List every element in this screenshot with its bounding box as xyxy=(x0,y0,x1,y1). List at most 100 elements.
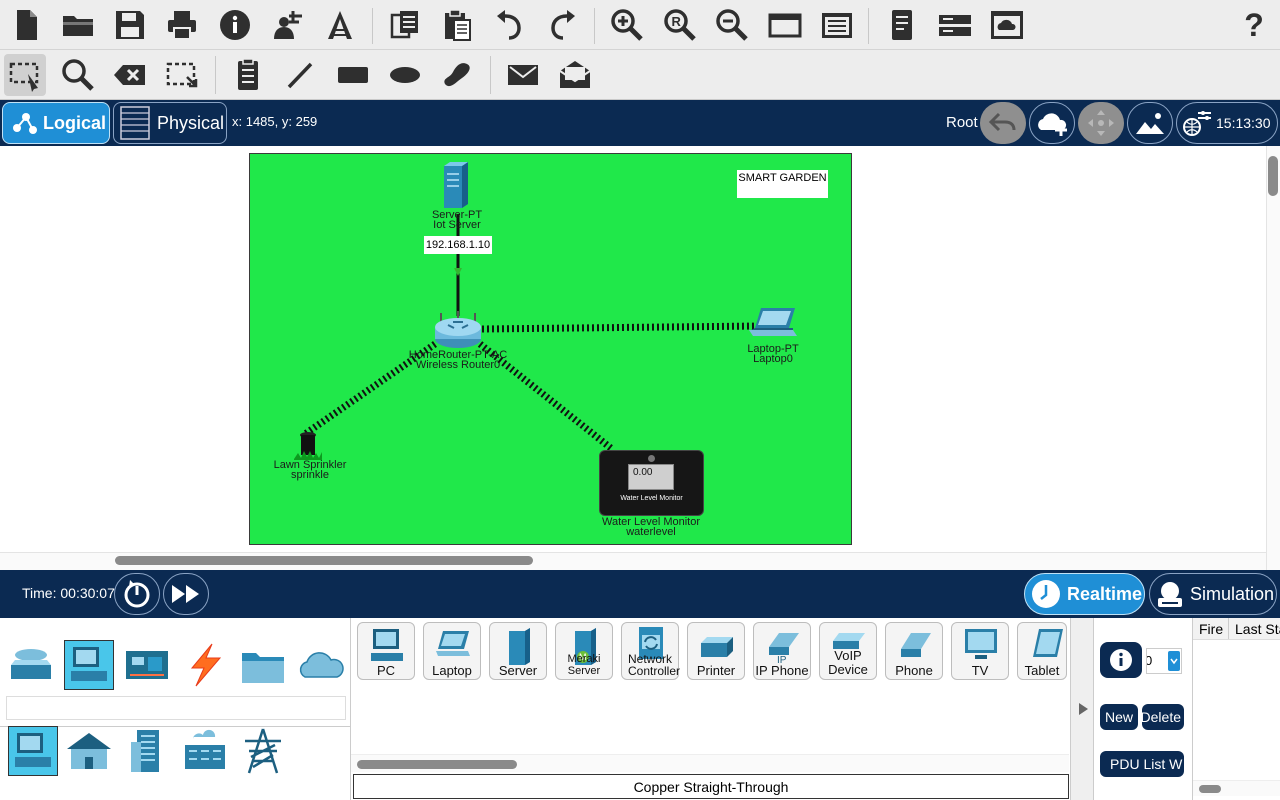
miscellaneous-category[interactable] xyxy=(238,640,288,690)
info-icon[interactable] xyxy=(215,5,255,45)
zoom-out-icon[interactable] xyxy=(712,5,752,45)
multiuser-category[interactable] xyxy=(296,640,346,690)
window-icon[interactable] xyxy=(765,5,805,45)
new-scenario-button[interactable]: New xyxy=(1100,704,1138,730)
components-category[interactable] xyxy=(122,640,172,690)
ellipse-icon[interactable] xyxy=(385,55,425,95)
cloud-add-icon xyxy=(1038,113,1067,136)
scenario-info-button[interactable] xyxy=(1100,642,1142,678)
vertical-scrollbar[interactable] xyxy=(1266,146,1280,570)
subcategory-smart-city[interactable] xyxy=(122,726,172,776)
logical-workspace[interactable]: Server-PT Iot Server 192.168.1.10 HomeRo… xyxy=(0,146,1280,570)
delete-icon[interactable] xyxy=(110,55,150,95)
pdu-table-scroll-thumb[interactable] xyxy=(1199,785,1221,793)
device-tv[interactable]: TV xyxy=(951,622,1009,680)
note-icon[interactable] xyxy=(228,55,268,95)
save-icon[interactable] xyxy=(110,5,150,45)
inspect-icon[interactable] xyxy=(58,55,98,95)
device-pc[interactable]: PC xyxy=(357,622,415,680)
pc-subcategory-icon xyxy=(15,733,51,767)
device-phone-label: Phone xyxy=(895,663,933,678)
device-laptop[interactable]: Laptop xyxy=(423,622,481,680)
delete-scenario-button[interactable]: Delete xyxy=(1142,704,1184,730)
line-icon[interactable] xyxy=(280,55,320,95)
pdu-list-window-button[interactable]: PDU List W xyxy=(1100,751,1184,777)
pdu-table-scrollbar[interactable] xyxy=(1193,780,1280,796)
root-label[interactable]: Root xyxy=(946,114,978,131)
water-level-monitor-device[interactable]: 0.00 Water Level Monitor xyxy=(599,450,704,516)
rectangle-icon[interactable] xyxy=(333,55,373,95)
simulation-label: Simulation xyxy=(1190,583,1275,604)
simulation-time: Time: 00:30:07 xyxy=(22,585,115,601)
subcategory-end-devices[interactable] xyxy=(8,726,58,776)
vertical-scroll-thumb[interactable] xyxy=(1268,156,1278,196)
open-icon[interactable] xyxy=(58,5,98,45)
server-device-icon[interactable] xyxy=(442,160,472,210)
power-cycle-button[interactable] xyxy=(114,573,160,615)
help-icon[interactable]: ? xyxy=(1234,5,1274,45)
device-meraki-server[interactable]: M Meraki Server xyxy=(555,622,613,680)
connections-category[interactable] xyxy=(180,640,230,690)
device-list-scroll-thumb[interactable] xyxy=(357,760,517,769)
network-devices-category[interactable] xyxy=(6,640,56,690)
network-canvas[interactable]: Server-PT Iot Server 192.168.1.10 HomeRo… xyxy=(249,153,852,545)
device-tablet[interactable]: Tablet xyxy=(1017,622,1067,680)
laptop-device-icon[interactable] xyxy=(747,306,799,342)
set-background-button[interactable] xyxy=(1127,102,1173,144)
add-simple-pdu-icon[interactable] xyxy=(503,55,543,95)
fast-forward-icon xyxy=(172,585,199,603)
copy-icon[interactable] xyxy=(385,5,425,45)
subcategory-industrial[interactable] xyxy=(180,726,230,776)
device-server-label: Server xyxy=(498,663,538,678)
activity-wizard-icon[interactable] xyxy=(268,5,308,45)
new-cluster-button[interactable] xyxy=(1029,102,1075,144)
logical-tab[interactable]: Logical xyxy=(2,102,110,144)
select-icon[interactable] xyxy=(4,54,46,96)
print-icon[interactable] xyxy=(162,5,202,45)
viewport-clock[interactable]: 15:13:30 xyxy=(1176,102,1278,144)
device-list-scrollbar[interactable] xyxy=(351,754,1069,772)
palette-icon[interactable] xyxy=(817,5,857,45)
sprinkler-device-icon[interactable] xyxy=(293,430,323,462)
dropdown-icon xyxy=(1168,651,1180,671)
subcategory-power-grid[interactable] xyxy=(238,726,288,776)
subcategory-home[interactable] xyxy=(64,726,114,776)
wireless-router-icon[interactable] xyxy=(433,309,483,351)
back-button[interactable] xyxy=(980,102,1026,144)
physical-tab[interactable]: Physical xyxy=(113,102,227,144)
fast-forward-button[interactable] xyxy=(163,573,209,615)
category-search[interactable] xyxy=(6,696,346,720)
end-devices-category[interactable] xyxy=(64,640,114,690)
simulation-tab[interactable]: Simulation xyxy=(1149,573,1277,615)
device-ip-phone[interactable]: IP IP Phone xyxy=(753,622,811,680)
server-stack-icon[interactable] xyxy=(935,5,975,45)
device-phone[interactable]: Phone xyxy=(885,622,943,680)
redo-icon[interactable] xyxy=(542,5,582,45)
network-info-icon[interactable] xyxy=(320,5,360,45)
col-fire[interactable]: Fire xyxy=(1199,621,1223,637)
paste-icon[interactable] xyxy=(437,5,477,45)
resize-icon[interactable] xyxy=(162,55,202,95)
device-voip[interactable]: VoIP Device xyxy=(819,622,877,680)
pdu-panel-toggle[interactable] xyxy=(1070,618,1094,800)
wireless-link-laptop[interactable] xyxy=(481,322,761,333)
zoom-in-icon[interactable] xyxy=(607,5,647,45)
col-last-status[interactable]: Last Sta xyxy=(1235,621,1280,637)
cloud-icon xyxy=(299,652,344,678)
device-server[interactable]: Server xyxy=(489,622,547,680)
custom-device-icon[interactable] xyxy=(882,5,922,45)
scenario-select[interactable]: 0 xyxy=(1146,648,1182,674)
network-controller-text: Network Controller xyxy=(628,652,681,678)
add-complex-pdu-icon[interactable] xyxy=(555,55,595,95)
move-object-button[interactable] xyxy=(1078,102,1124,144)
cloud-view-icon[interactable] xyxy=(987,5,1027,45)
device-network-controller[interactable]: Network Controller xyxy=(621,622,681,680)
freeform-icon[interactable] xyxy=(437,55,477,95)
new-icon[interactable] xyxy=(6,5,46,45)
zoom-reset-icon[interactable]: R xyxy=(660,5,700,45)
undo-icon[interactable] xyxy=(490,5,530,45)
canvas-note[interactable]: SMART GARDEN xyxy=(737,170,828,198)
horizontal-scroll-thumb[interactable] xyxy=(115,556,533,565)
device-printer[interactable]: Printer xyxy=(687,622,745,680)
realtime-tab[interactable]: Realtime xyxy=(1024,573,1145,615)
